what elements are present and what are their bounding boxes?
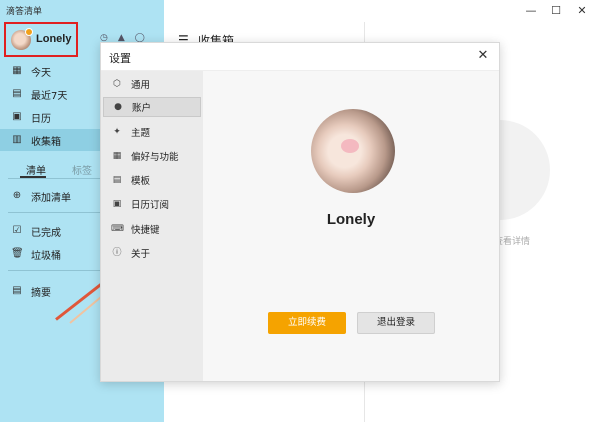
premium-badge <box>25 28 33 36</box>
settings-item-preferences[interactable]: ▦ 偏好与功能 <box>103 146 201 166</box>
settings-item-label: 关于 <box>131 249 151 260</box>
info-icon: ⓘ <box>112 248 122 258</box>
settings-dialog: 设置 ✕ ⬡ 通用 ● 账户 ✦ 主题 ▦ 偏好与功能 ▤ 模板 ▣ 日历订阅 … <box>100 42 500 382</box>
settings-item-calendar-subscription[interactable]: ▣ 日历订阅 <box>103 194 201 214</box>
title-bar: 滴答清单 — ☐ ✕ <box>0 0 600 22</box>
user-profile-button[interactable]: Lonely <box>4 22 78 57</box>
minimize-button[interactable]: — <box>523 3 539 19</box>
keyboard-icon: ⌨ <box>111 224 124 234</box>
hexagon-icon: ⬡ <box>113 79 121 89</box>
account-panel: Lonely 立即续费 退出登录 <box>203 71 499 381</box>
profile-name: Lonely <box>326 211 376 228</box>
calendar-week-icon: ▤ <box>12 88 22 99</box>
settings-item-label: 日历订阅 <box>131 200 170 211</box>
avatar <box>11 28 33 50</box>
renew-button[interactable]: 立即续费 <box>268 312 346 334</box>
dialog-title: 设置 <box>109 52 131 65</box>
tab-tags[interactable]: 标签 <box>72 162 92 177</box>
settings-item-label: 偏好与功能 <box>131 152 179 163</box>
sidebar-item-label: 最近7天 <box>31 90 68 102</box>
theme-icon: ✦ <box>113 127 121 137</box>
settings-item-about[interactable]: ⓘ 关于 <box>103 243 201 263</box>
app-title: 滴答清单 <box>6 7 43 17</box>
trash-icon: 🗑 <box>11 248 24 259</box>
grid-icon: ▦ <box>112 151 122 161</box>
close-icon[interactable]: ✕ <box>475 48 491 64</box>
template-icon: ▤ <box>112 175 122 185</box>
plus-circle-icon: ⊕ <box>12 190 22 201</box>
inbox-icon: ▥ <box>12 134 22 145</box>
settings-item-templates[interactable]: ▤ 模板 <box>103 170 201 190</box>
sidebar-item-label: 今天 <box>31 67 51 79</box>
checkbox-icon: ☑ <box>12 225 22 236</box>
user-icon: ● <box>114 102 122 112</box>
settings-item-label: 主题 <box>131 128 151 139</box>
tab-lists[interactable]: 清单 <box>26 162 46 177</box>
settings-menu: ⬡ 通用 ● 账户 ✦ 主题 ▦ 偏好与功能 ▤ 模板 ▣ 日历订阅 ⌨ 快捷键… <box>101 71 203 381</box>
sidebar-item-label: 摘要 <box>31 287 51 299</box>
settings-item-label: 账户 <box>132 103 152 114</box>
sidebar-item-label: 垃圾桶 <box>31 250 61 262</box>
settings-item-general[interactable]: ⬡ 通用 <box>103 74 201 94</box>
profile-photo[interactable] <box>311 109 395 193</box>
sidebar-item-label: 日历 <box>31 113 51 125</box>
calendar-icon: ▣ <box>12 111 22 122</box>
logout-button[interactable]: 退出登录 <box>357 312 435 334</box>
settings-item-theme[interactable]: ✦ 主题 <box>103 122 201 142</box>
photo-detail <box>341 139 359 153</box>
calendar-icon: ▣ <box>112 199 122 209</box>
dialog-header: 设置 ✕ <box>101 43 499 71</box>
sidebar-item-label: 收集箱 <box>31 136 61 148</box>
calendar-today-icon: ▦ <box>12 65 22 76</box>
settings-item-label: 快捷键 <box>131 225 160 236</box>
settings-item-account[interactable]: ● 账户 <box>103 97 201 117</box>
summary-icon: ▤ <box>12 285 22 296</box>
sidebar-item-label: 已完成 <box>31 227 61 239</box>
settings-item-shortcuts[interactable]: ⌨ 快捷键 <box>103 219 201 239</box>
settings-item-label: 通用 <box>131 80 151 91</box>
settings-item-label: 模板 <box>131 176 151 187</box>
add-list-label: 添加清单 <box>31 192 71 204</box>
user-name: Lonely <box>36 33 72 45</box>
maximize-button[interactable]: ☐ <box>548 3 564 19</box>
close-window-button[interactable]: ✕ <box>574 3 590 19</box>
